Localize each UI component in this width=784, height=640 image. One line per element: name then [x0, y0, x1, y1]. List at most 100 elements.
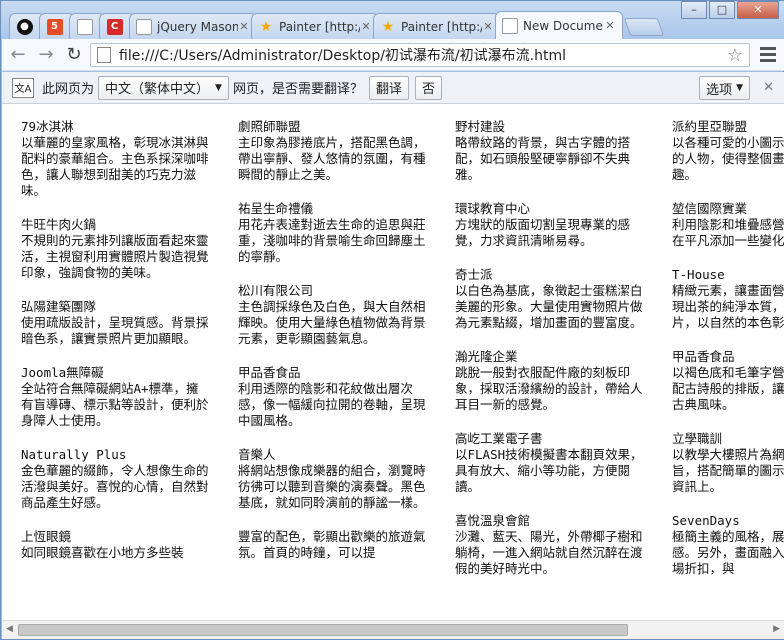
- window-close-button[interactable]: ✕: [737, 1, 779, 19]
- browser-window: ● 5 C jQuery Masonr ✕ ★ Painter [http://…: [0, 0, 784, 640]
- tab-jquery-masonry[interactable]: jQuery Masonr ✕: [129, 13, 257, 39]
- new-tab-button[interactable]: [623, 18, 665, 36]
- item-desc: 方塊狀的版面切割呈現專業的感覺，力求資訊清晰易尋。: [455, 217, 631, 248]
- html5-icon: 5: [46, 18, 63, 35]
- star-fav-icon: ★: [259, 18, 273, 35]
- translate-prefix: 此网页为: [42, 82, 95, 97]
- back-icon[interactable]: ←: [6, 43, 30, 67]
- tab-label: New Documen: [523, 18, 604, 33]
- item-desc: 全站符合無障礙網站A+標準，擁有盲導磚、標示點等設計，便利於身障人士使用。: [21, 381, 209, 428]
- forward-icon[interactable]: →: [34, 43, 58, 67]
- language-select[interactable]: 中文（繁体中文） ▼: [98, 75, 229, 100]
- no-button[interactable]: 否: [414, 75, 442, 100]
- item-title: 上恆眼鏡: [21, 529, 72, 544]
- tab-new-document[interactable]: New Documen ✕: [495, 11, 623, 39]
- item-desc: 略帶紋路的背景，與古字體的搭配，如石頭般堅硬寧靜卻不失典雅。: [455, 135, 631, 182]
- list-item: 立學職訓以教學大樓照片為網站的設計主旨，搭配簡單的圖示，重點集中在資訊上。: [672, 431, 784, 495]
- list-item: 音樂人 將網站想像成樂器的組合，瀏覽時彷彿可以聽到音樂的演奏聲。黑色基底，就如同聆…: [238, 447, 428, 511]
- window-controls: – □ ✕: [679, 1, 779, 19]
- tab-label: Painter [http://: [279, 19, 360, 34]
- page-icon: [136, 18, 152, 35]
- column-2: 劇照師聯盟 主印象為膠捲底片，搭配黑色調，帶出寧靜、發人悠情的氛圍，有種瞬間的靜止…: [238, 119, 428, 579]
- scroll-left-icon[interactable]: ◀: [6, 624, 13, 634]
- item-desc: 以FLASH技術模擬書本翻頁效果，具有放大、縮小等功能，方便閱讀。: [455, 447, 643, 494]
- item-title: 音樂人: [238, 447, 276, 462]
- item-desc: 以各種可愛的小圖示裝飾版面裡頭的人物，使得整個畫面充滿了童趣。: [672, 135, 784, 182]
- github-icon: ●: [16, 18, 33, 35]
- page-icon: [97, 47, 111, 63]
- item-title: 高屹工業電子書: [455, 431, 543, 446]
- list-item: Naturally Plus 金色華麗的綴飾，令人想像生命的活潑與美好。喜悅的心情…: [21, 447, 211, 511]
- list-item: 環球教育中心 方塊狀的版面切割呈現專業的感覺，力求資訊清晰易尋。: [455, 201, 645, 249]
- item-desc: 如同眼鏡喜歡在小地方多些裝: [21, 545, 184, 560]
- c-icon: C: [106, 18, 123, 35]
- reload-icon[interactable]: ↻: [62, 43, 86, 67]
- item-title: 奇士派: [455, 267, 493, 282]
- item-title: 喜悅溫泉會館: [455, 513, 531, 528]
- list-item: 劇照師聯盟 主印象為膠捲底片，搭配黑色調，帶出寧靜、發人悠情的氛圍，有種瞬間的靜止…: [238, 119, 428, 183]
- item-desc: 金色華麗的綴飾，令人想像生命的活潑與美好。喜悅的心情，自然對商品產生好感。: [21, 463, 209, 510]
- list-item: 野村建設 略帶紋路的背景，與古字體的搭配，如石頭般堅硬寧靜卻不失典雅。: [455, 119, 645, 183]
- tab-label: jQuery Masonr: [157, 19, 238, 34]
- close-icon[interactable]: ✕: [604, 19, 616, 32]
- list-item: 79冰淇淋 以華麗的皇家風格，彰現冰淇淋與配料的豪華組合。主色系採深咖啡色，讓人聯…: [21, 119, 211, 199]
- translate-question: 网页，是否需要翻译？: [232, 82, 363, 97]
- item-title: 弘陽建築團隊: [21, 299, 97, 314]
- item-title: 劇照師聯盟: [238, 119, 301, 134]
- item-title: T-House: [672, 267, 725, 282]
- list-item: 喜悅溫泉會館 沙灘、藍天、陽光，外帶椰子樹和躺椅，一進入網站就自然沉醉在渡假的美好…: [455, 513, 645, 577]
- item-desc: 以華麗的皇家風格，彰現冰淇淋與配料的豪華組合。主色系採深咖啡色，讓人聯想到甜美的…: [21, 135, 209, 198]
- item-desc: 使用疏版設計，呈現質感。背景採暗色系，讓實景照片更加顯眼。: [21, 315, 209, 346]
- translate-icon: 文A: [12, 77, 34, 98]
- tab-painter-2[interactable]: ★ Painter [http:// ✕: [373, 13, 501, 39]
- page-content: 79冰淇淋 以華麗的皇家風格，彰現冰淇淋與配料的豪華組合。主色系採深咖啡色，讓人聯…: [2, 104, 784, 620]
- item-title: 松川有限公司: [238, 283, 314, 298]
- item-desc: 沙灘、藍天、陽光，外帶椰子樹和躺椅，一進入網站就自然沉醉在渡假的美好時光中。: [455, 529, 643, 576]
- item-title: 野村建設: [455, 119, 506, 134]
- column-4: 派約里亞聯盟以各種可愛的小圖示裝飾版面裡頭的人物，使得整個畫面充滿了童趣。 堃信…: [672, 119, 784, 595]
- close-icon[interactable]: ✕: [482, 20, 494, 33]
- list-item: 豐富的配色，彰顯出歡樂的旅遊氣氛。首頁的時鐘，可以提: [238, 529, 428, 561]
- language-value: 中文（繁体中文）: [105, 82, 210, 97]
- tab-painter-1[interactable]: ★ Painter [http:// ✕: [251, 13, 379, 39]
- close-icon[interactable]: ✕: [763, 80, 774, 95]
- star-fav-icon: ★: [381, 18, 395, 35]
- translate-button[interactable]: 翻译: [368, 75, 409, 100]
- menu-icon[interactable]: [760, 47, 776, 65]
- item-title: 祐呈生命禮儀: [238, 201, 314, 216]
- address-text: file:///C:/Users/Administrator/Desktop/初…: [119, 48, 566, 64]
- chevron-down-icon: ▼: [736, 83, 743, 93]
- item-desc: 利用透際的陰影和花紋做出層次感，像一幅緩向拉開的卷軸，呈現中國風格。: [238, 381, 426, 428]
- list-item: 祐呈生命禮儀 用花卉表達對逝去生命的追思與莊重，淺咖啡的背景喻生命回歸塵土的寧靜。: [238, 201, 428, 265]
- minimize-button[interactable]: –: [681, 1, 707, 19]
- list-item: 高屹工業電子書 以FLASH技術模擬書本翻頁效果，具有放大、縮小等功能，方便閱讀。: [455, 431, 645, 495]
- bookmark-star-icon[interactable]: ☆: [727, 45, 743, 66]
- item-title: SevenDays: [672, 513, 740, 528]
- scroll-right-icon[interactable]: ▶: [773, 624, 780, 634]
- list-item: 上恆眼鏡 如同眼鏡喜歡在小地方多些裝: [21, 529, 211, 561]
- translate-bar: 文A 此网页为 中文（繁体中文） ▼ 网页，是否需要翻译？ 翻译 否 选项 ▼ …: [2, 72, 784, 104]
- item-desc: 以褐色底和毛筆字營造出美食，搭配古詩般的排版，讓網站飄出中式古典風味。: [672, 365, 784, 412]
- item-title: 瀚光隆企業: [455, 349, 518, 364]
- chevron-down-icon: ▼: [215, 82, 222, 93]
- list-item: 牛旺牛肉火鍋 不規則的元素排列讓版面看起來靈活，主視窗利用實體照片製造視覺印象，強…: [21, 217, 211, 281]
- item-title: 立學職訓: [672, 431, 723, 446]
- item-desc: 以白色為基底，象徵起士蛋糕潔白美麗的形象。大量使用實物照片做為元素點綴，增加畫面…: [455, 283, 643, 330]
- item-desc: 跳脫一般對衣服配件廠的刻板印象，採取活潑繽紛的設計，帶給人耳目一新的感覺。: [455, 365, 643, 412]
- close-icon[interactable]: ✕: [238, 20, 250, 33]
- list-item: 弘陽建築團隊 使用疏版設計，呈現質感。背景採暗色系，讓實景照片更加顯眼。: [21, 299, 211, 347]
- item-title: 79冰淇淋: [21, 119, 74, 134]
- item-title: Naturally Plus: [21, 447, 127, 462]
- page-icon: [76, 18, 93, 35]
- maximize-button[interactable]: □: [709, 1, 735, 19]
- item-desc: 極簡主義的風格，展現優雅的質感。另外，畫面融入部分立體式書場折扣，與: [672, 529, 784, 576]
- list-item: 松川有限公司 主色調採綠色及白色，與大自然相輝映。使用大量綠色植物做為背景元素，更…: [238, 283, 428, 347]
- item-title: 堃信國際實業: [672, 201, 748, 216]
- item-desc: 以教學大樓照片為網站的設計主旨，搭配簡單的圖示，重點集中在資訊上。: [672, 447, 784, 494]
- column-3: 野村建設 略帶紋路的背景，與古字體的搭配，如石頭般堅硬寧靜卻不失典雅。 環球教育中…: [455, 119, 645, 595]
- scrollbar-thumb[interactable]: [18, 624, 628, 636]
- horizontal-scrollbar[interactable]: ◀ ▶: [2, 620, 784, 639]
- options-button[interactable]: 选项 ▼: [699, 76, 750, 100]
- close-icon[interactable]: ✕: [360, 20, 372, 33]
- address-bar[interactable]: file:///C:/Users/Administrator/Desktop/初…: [90, 43, 750, 67]
